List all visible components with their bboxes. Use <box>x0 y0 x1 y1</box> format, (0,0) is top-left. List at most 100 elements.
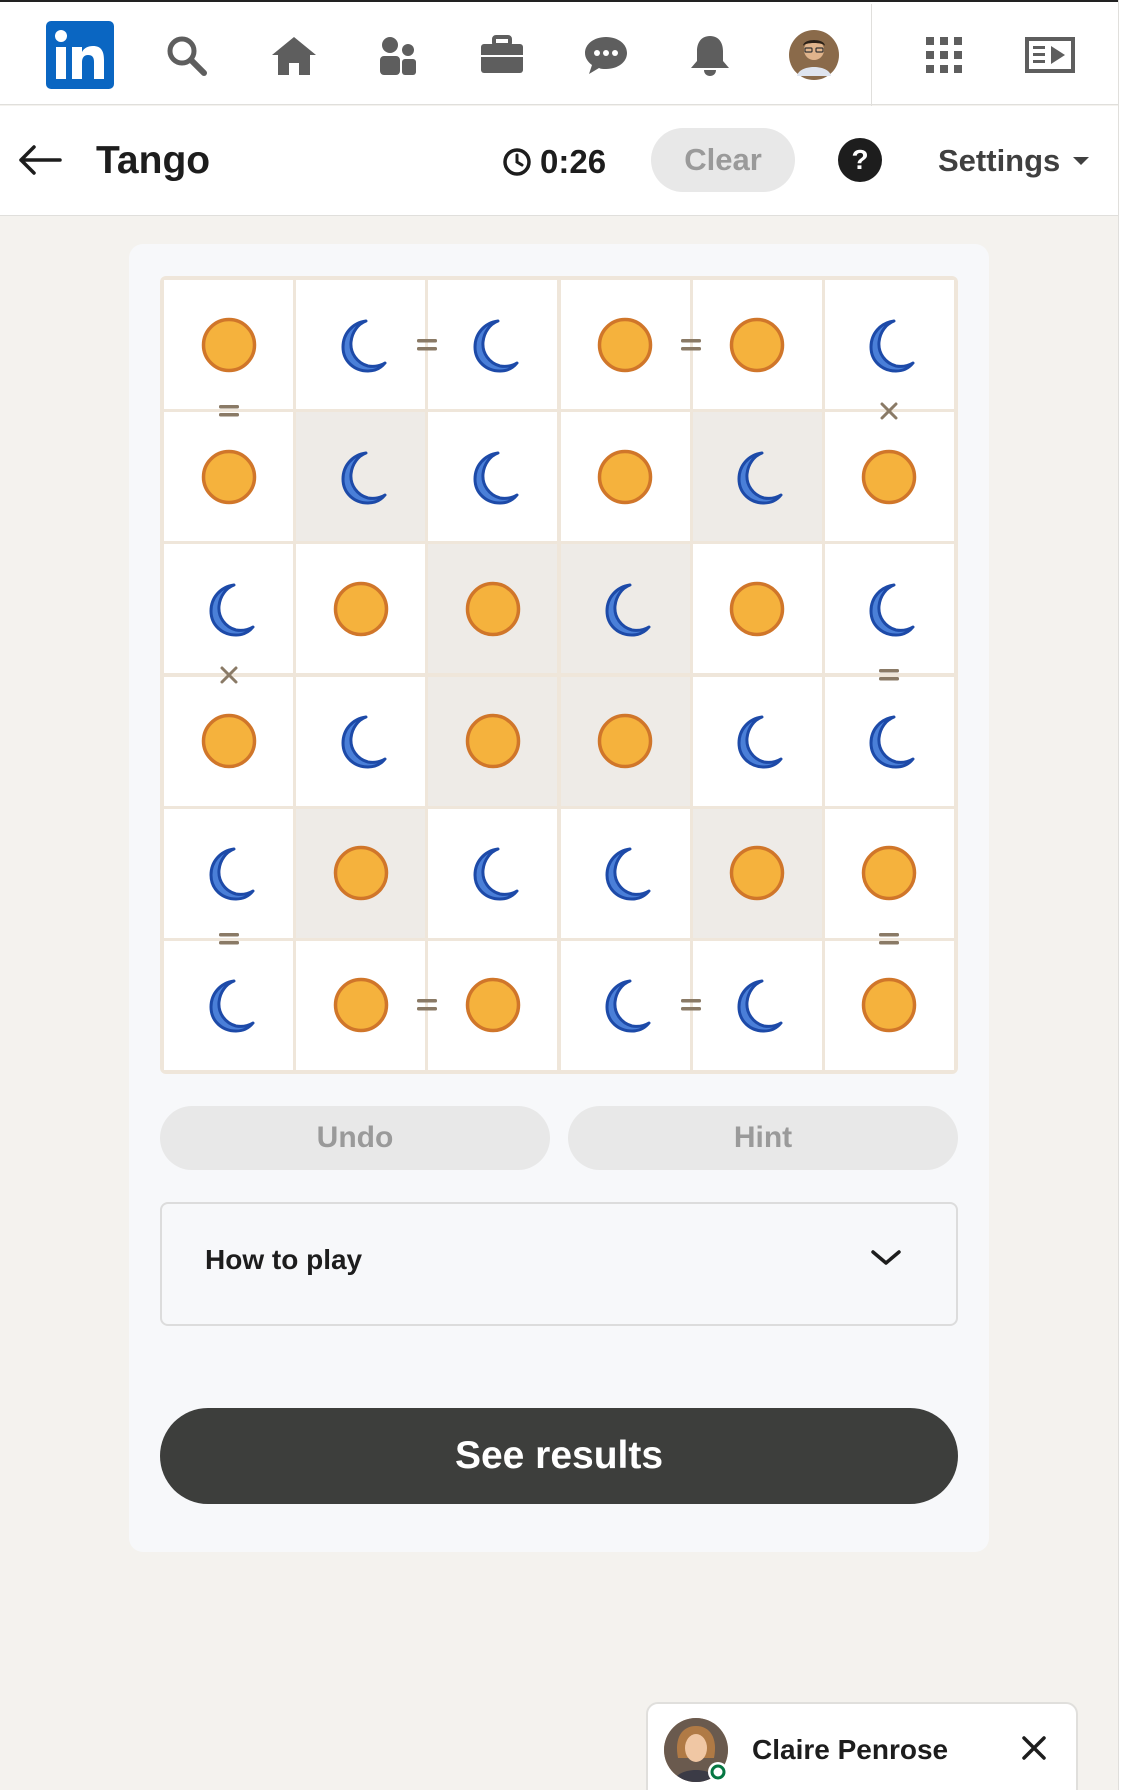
board-cell[interactable] <box>296 412 426 542</box>
sun-icon <box>862 845 917 901</box>
board-cell[interactable] <box>428 808 558 938</box>
board-cell[interactable] <box>428 412 558 542</box>
board-cell[interactable] <box>296 940 426 1070</box>
board-cell[interactable] <box>296 676 426 806</box>
board-cell[interactable] <box>428 676 558 806</box>
moon-icon <box>737 451 783 505</box>
board-cell[interactable] <box>560 412 690 542</box>
online-status-icon <box>708 1762 728 1782</box>
messaging-chat-bar[interactable]: Claire Penrose <box>646 1702 1078 1790</box>
board-cell[interactable] <box>164 412 294 542</box>
moon-icon <box>473 451 519 505</box>
board-cell[interactable] <box>692 412 822 542</box>
search-icon[interactable] <box>160 2 212 107</box>
board-cell[interactable] <box>164 940 294 1070</box>
board-cell[interactable] <box>560 544 690 674</box>
board-cell[interactable] <box>824 940 954 1070</box>
moon-icon <box>869 583 915 637</box>
sun-icon <box>333 978 388 1033</box>
sun-icon <box>201 317 256 372</box>
arrow-left-icon <box>19 145 62 175</box>
sun-icon <box>729 317 785 372</box>
linkedin-logo[interactable] <box>46 2 114 107</box>
back-button[interactable] <box>16 136 64 184</box>
game-timer: 0:26 <box>502 140 606 184</box>
sun-icon <box>465 581 521 637</box>
profile-avatar[interactable] <box>788 2 840 107</box>
board-cell[interactable] <box>296 544 426 674</box>
how-to-play-label: How to play <box>205 1244 363 1275</box>
board-cell[interactable] <box>428 940 558 1070</box>
my-network-icon[interactable] <box>372 2 424 107</box>
board-cell[interactable] <box>164 676 294 806</box>
board-cell[interactable] <box>428 544 558 674</box>
sun-icon <box>333 581 388 637</box>
moon-icon <box>605 979 651 1033</box>
board-cell[interactable] <box>824 544 954 674</box>
sun-icon <box>465 713 521 769</box>
board-cell[interactable] <box>560 940 690 1070</box>
board-cell[interactable] <box>296 280 426 410</box>
moon-icon <box>341 715 387 769</box>
board-cell[interactable] <box>692 808 822 938</box>
board-cell[interactable] <box>692 280 822 410</box>
messaging-icon[interactable] <box>580 2 632 107</box>
profile-avatar-icon <box>789 29 839 80</box>
chevron-down-icon <box>870 1248 902 1273</box>
learning-icon[interactable] <box>1020 2 1080 107</box>
caret-down-icon <box>1073 157 1090 165</box>
moon-icon <box>341 451 387 505</box>
clear-button[interactable]: Clear <box>651 128 795 192</box>
clock-icon <box>503 148 531 176</box>
board-cell[interactable] <box>824 412 954 542</box>
scrollbar-gutter <box>1118 0 1148 1790</box>
how-to-play-accordion[interactable]: How to play <box>160 1202 958 1326</box>
moon-icon <box>473 847 519 901</box>
work-grid-icon[interactable] <box>918 2 970 107</box>
page-title: Tango <box>96 139 211 182</box>
sun-icon <box>465 978 521 1033</box>
board-cell[interactable] <box>296 808 426 938</box>
board-cell[interactable] <box>428 280 558 410</box>
board-cell[interactable] <box>824 280 954 410</box>
sun-icon <box>862 978 917 1033</box>
board-cell[interactable] <box>692 676 822 806</box>
home-icon[interactable] <box>266 2 322 107</box>
game-header: Tango 0:26 Clear ? Settings <box>0 106 1118 216</box>
board-cell[interactable] <box>824 676 954 806</box>
board-cell[interactable] <box>692 940 822 1070</box>
moon-icon <box>869 715 915 769</box>
board-cell[interactable] <box>824 808 954 938</box>
action-buttons: Undo Hint <box>160 1106 958 1170</box>
tango-board <box>160 276 958 1074</box>
board-cell[interactable] <box>560 808 690 938</box>
board-cell[interactable] <box>164 280 294 410</box>
sun-icon <box>597 713 653 769</box>
board-cell[interactable] <box>560 280 690 410</box>
hint-button[interactable]: Hint <box>568 1106 958 1170</box>
moon-icon <box>869 319 915 373</box>
see-results-button[interactable]: See results <box>160 1408 958 1504</box>
settings-label: Settings <box>938 143 1061 178</box>
moon-icon <box>473 319 519 373</box>
undo-button[interactable]: Undo <box>160 1106 550 1170</box>
sun-icon <box>201 713 256 769</box>
sun-icon <box>201 449 256 504</box>
help-button[interactable]: ? <box>838 138 882 182</box>
board-cell[interactable] <box>560 676 690 806</box>
jobs-icon[interactable] <box>476 2 528 107</box>
close-icon[interactable] <box>1012 1726 1056 1770</box>
moon-icon <box>209 847 255 901</box>
board-cell[interactable] <box>692 544 822 674</box>
sun-icon <box>597 317 653 372</box>
moon-icon <box>605 847 651 901</box>
board-cell[interactable] <box>164 808 294 938</box>
notifications-icon[interactable] <box>684 2 736 107</box>
chat-contact-name: Claire Penrose <box>752 1734 949 1765</box>
linkedin-logo-icon <box>46 20 114 89</box>
board-cell[interactable] <box>164 544 294 674</box>
moon-icon <box>209 583 255 637</box>
global-nav <box>0 0 1118 107</box>
settings-dropdown[interactable]: Settings <box>938 138 1090 184</box>
moon-icon <box>341 319 387 373</box>
